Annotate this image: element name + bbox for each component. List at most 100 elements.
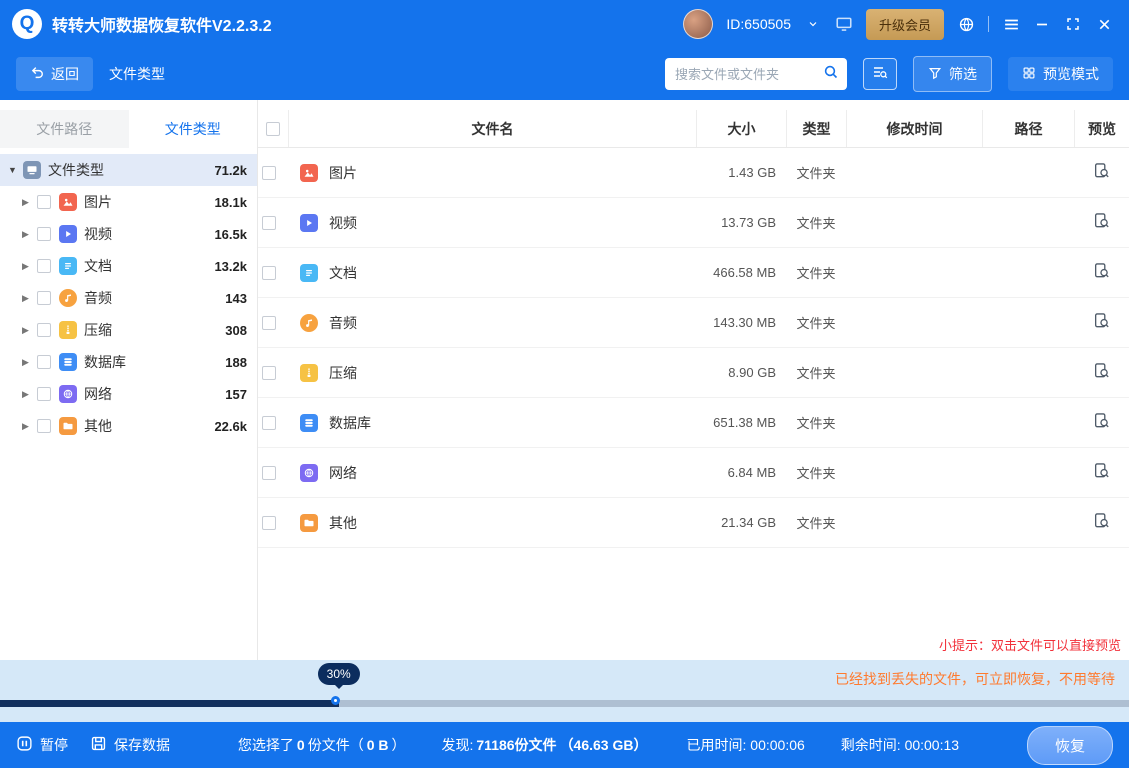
preview-icon[interactable] [1093, 362, 1110, 384]
sidebar-item-other[interactable]: ▶其他22.6k [0, 410, 257, 442]
recover-button[interactable]: 恢复 [1027, 726, 1113, 765]
table-row[interactable]: 图片1.43 GB文件夹 [258, 148, 1129, 198]
funnel-icon [928, 66, 942, 83]
file-type-cell: 文件夹 [786, 463, 846, 482]
doc-icon [59, 257, 77, 275]
back-label: 返回 [51, 64, 79, 84]
table-row[interactable]: 文档466.58 MB文件夹 [258, 248, 1129, 298]
preview-icon[interactable] [1093, 162, 1110, 184]
search-scope-button[interactable] [863, 58, 897, 90]
select-all-checkbox[interactable] [266, 122, 280, 136]
preview-icon[interactable] [1093, 312, 1110, 334]
sidebar-item-video[interactable]: ▶视频16.5k [0, 218, 257, 250]
row-checkbox[interactable] [262, 266, 276, 280]
expand-icon[interactable]: ▶ [22, 421, 37, 432]
row-checkbox[interactable] [262, 216, 276, 230]
tree-checkbox[interactable] [37, 387, 51, 401]
header-file-name[interactable]: 文件名 [288, 110, 696, 147]
row-checkbox-cell [258, 266, 288, 280]
progress-slider[interactable] [0, 695, 1129, 711]
preview-icon[interactable] [1093, 262, 1110, 284]
header-modified[interactable]: 修改时间 [846, 110, 982, 147]
table-row[interactable]: 音频143.30 MB文件夹 [258, 298, 1129, 348]
chevron-down-icon[interactable] [804, 15, 822, 33]
progress-thumb[interactable] [331, 696, 340, 705]
sidebar-item-file-type[interactable]: ▼文件类型71.2k [0, 154, 257, 186]
row-checkbox-cell [258, 216, 288, 230]
expand-icon[interactable]: ▶ [22, 293, 37, 304]
filter-button[interactable]: 筛选 [913, 56, 992, 92]
sidebar-item-database[interactable]: ▶数据库188 [0, 346, 257, 378]
header-path[interactable]: 路径 [982, 110, 1074, 147]
file-size: 1.43 GB [728, 165, 776, 180]
tree-checkbox[interactable] [37, 227, 51, 241]
file-name: 网络 [329, 463, 357, 483]
save-data-button[interactable]: 保存数据 [90, 735, 170, 755]
table-row[interactable]: 压缩8.90 GB文件夹 [258, 348, 1129, 398]
back-button[interactable]: 返回 [16, 57, 93, 91]
pause-icon [16, 735, 33, 755]
expand-icon[interactable]: ▶ [22, 389, 37, 400]
tree-checkbox[interactable] [37, 291, 51, 305]
expand-icon[interactable]: ▶ [22, 229, 37, 240]
tree-checkbox[interactable] [37, 419, 51, 433]
preview-cell [1074, 162, 1129, 184]
table-row[interactable]: 其他21.34 GB文件夹 [258, 498, 1129, 548]
header-preview[interactable]: 预览 [1074, 110, 1129, 147]
file-type: 文件夹 [796, 413, 835, 432]
row-checkbox[interactable] [262, 416, 276, 430]
pause-button[interactable]: 暂停 [16, 735, 68, 755]
expand-icon[interactable]: ▶ [22, 197, 37, 208]
tree-checkbox[interactable] [37, 323, 51, 337]
row-checkbox[interactable] [262, 166, 276, 180]
upgrade-button[interactable]: 升级会员 [866, 9, 944, 40]
menu-icon[interactable] [1002, 15, 1020, 33]
sidebar-item-network[interactable]: ▶网络157 [0, 378, 257, 410]
close-icon[interactable] [1095, 15, 1113, 33]
user-id[interactable]: ID:650505 [726, 16, 791, 32]
app-logo: Q [12, 9, 42, 39]
row-checkbox[interactable] [262, 466, 276, 480]
expand-icon[interactable]: ▶ [22, 325, 37, 336]
preview-icon[interactable] [1093, 462, 1110, 484]
sidebar-item-zip[interactable]: ▶压缩308 [0, 314, 257, 346]
preview-icon[interactable] [1093, 212, 1110, 234]
sidebar-item-image[interactable]: ▶图片18.1k [0, 186, 257, 218]
collapse-icon[interactable]: ▼ [8, 165, 23, 175]
sidebar-item-doc[interactable]: ▶文档13.2k [0, 250, 257, 282]
row-checkbox[interactable] [262, 366, 276, 380]
tree-count: 16.5k [214, 227, 247, 242]
preview-icon[interactable] [1093, 512, 1110, 534]
expand-icon[interactable]: ▶ [22, 261, 37, 272]
device-icon[interactable] [835, 15, 853, 33]
tab-file-type[interactable]: 文件类型 [129, 110, 258, 148]
preview-mode-button[interactable]: 预览模式 [1008, 57, 1113, 91]
search-input[interactable] [675, 67, 823, 82]
statusbar: 暂停 保存数据 您选择了0份文件（0 B） 发现:71186份文件（46.63 … [0, 722, 1129, 768]
tree-checkbox[interactable] [37, 195, 51, 209]
tab-file-path[interactable]: 文件路径 [0, 110, 129, 148]
sidebar-item-audio[interactable]: ▶音频143 [0, 282, 257, 314]
row-checkbox[interactable] [262, 516, 276, 530]
table-row[interactable]: 视频13.73 GB文件夹 [258, 198, 1129, 248]
file-size: 466.58 MB [713, 265, 776, 280]
tree-label: 网络 [84, 384, 225, 404]
search-icon[interactable] [823, 64, 839, 85]
expand-icon[interactable]: ▶ [22, 357, 37, 368]
avatar[interactable] [683, 9, 713, 39]
header-type[interactable]: 类型 [786, 110, 846, 147]
tree-checkbox[interactable] [37, 259, 51, 273]
file-size: 651.38 MB [713, 415, 776, 430]
row-checkbox[interactable] [262, 316, 276, 330]
back-icon [30, 65, 45, 83]
tree-count: 71.2k [214, 163, 247, 178]
image-icon [300, 164, 318, 182]
header-size[interactable]: 大小 [696, 110, 786, 147]
website-icon[interactable] [957, 15, 975, 33]
maximize-icon[interactable] [1064, 15, 1082, 33]
preview-icon[interactable] [1093, 412, 1110, 434]
minimize-icon[interactable] [1033, 15, 1051, 33]
tree-checkbox[interactable] [37, 355, 51, 369]
table-row[interactable]: 网络6.84 MB文件夹 [258, 448, 1129, 498]
table-row[interactable]: 数据库651.38 MB文件夹 [258, 398, 1129, 448]
